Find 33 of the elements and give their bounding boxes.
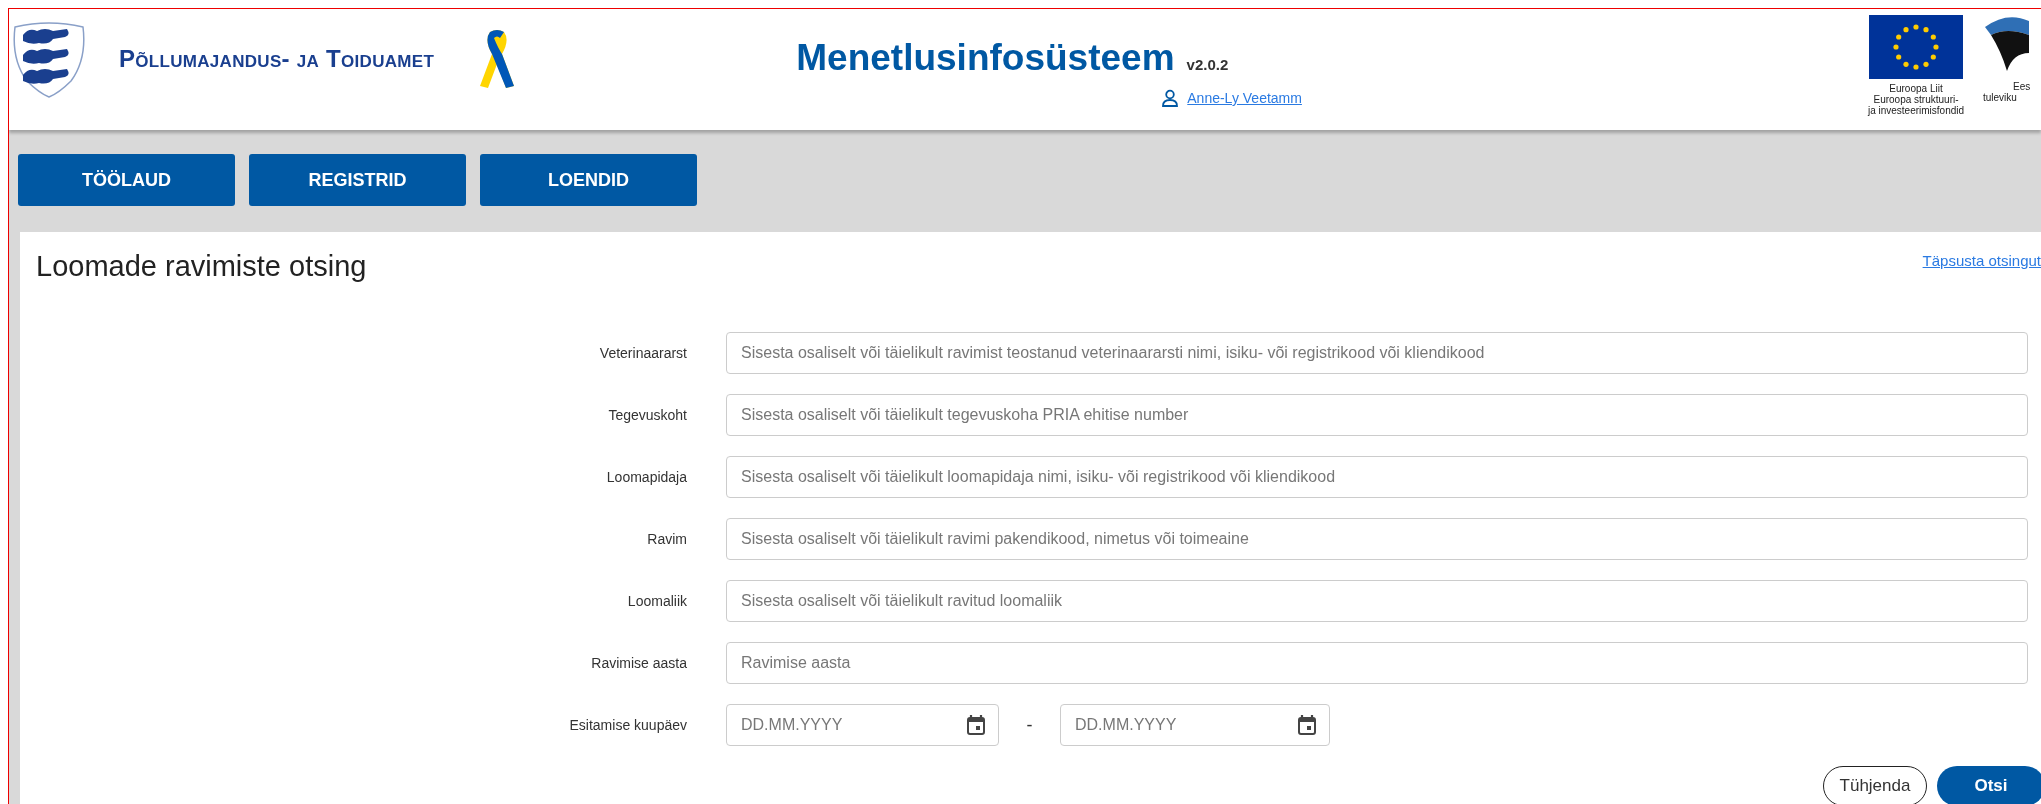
nav-button[interactable]: REGISTRID xyxy=(249,154,466,206)
field-label: Tegevuskoht xyxy=(607,407,687,423)
field-label: Loomapidaja xyxy=(605,469,687,485)
app-title: Menetlusinfosüsteem xyxy=(796,37,1175,79)
user-link[interactable]: Anne-Ly Veetamm xyxy=(1187,90,1302,106)
clear-button[interactable]: Tühjenda xyxy=(1823,766,1927,804)
calendar-icon[interactable] xyxy=(1298,715,1316,735)
field-label: Ravim xyxy=(646,531,687,547)
field-label: Veterinaararst xyxy=(598,345,687,361)
range-separator: - xyxy=(1025,714,1034,736)
ribbon-icon xyxy=(478,28,517,90)
input-field[interactable]: Sisesta osaliselt või täielikult ravimist teostanud veterinaararsti nimi, isiku- või registrikood või kliendikood xyxy=(726,332,2028,374)
field-label: Ravimise aasta xyxy=(590,655,687,671)
calendar-icon[interactable] xyxy=(967,715,985,735)
agency-name: Põllumajandus- ja Toiduamet xyxy=(119,45,435,73)
input-field[interactable]: Ravimise aasta xyxy=(726,642,2028,684)
partner-caption: Ees tuleviku xyxy=(1983,81,2031,103)
input-field[interactable]: Sisesta osaliselt või täielikult ravimi pakendikood, nimetus või toimeaine xyxy=(726,518,2028,560)
input-field[interactable]: Sisesta osaliselt või täielikult ravitud loomaliik xyxy=(726,580,2028,622)
search-button[interactable]: Otsi xyxy=(1937,766,2041,804)
refine-search-link[interactable]: Täpsusta otsingut xyxy=(1922,252,2041,269)
date-field[interactable]: DD.MM.YYYY xyxy=(726,704,999,746)
nav-button[interactable]: LOENDID xyxy=(480,154,697,206)
input-field[interactable]: Sisesta osaliselt või täielikult loomapidaja nimi, isiku- või registrikood või kliendikood xyxy=(726,456,2028,498)
field-label: Loomaliik xyxy=(626,593,687,609)
version-label: v2.0.2 xyxy=(1186,56,1229,73)
user-icon xyxy=(1161,89,1180,107)
eu-caption: Euroopa Liit Euroopa struktuuri- ja investeerimisfondid xyxy=(1867,83,1965,116)
field-label: Esitamise kuupäev xyxy=(568,717,687,733)
nav-button[interactable]: TÖÖLAUD xyxy=(18,154,235,206)
page-title: Loomade ravimiste otsing xyxy=(36,250,367,283)
input-field[interactable]: Sisesta osaliselt või täielikult tegevuskoha PRIA ehitise number xyxy=(726,394,2028,436)
date-field[interactable]: DD.MM.YYYY xyxy=(1060,704,1330,746)
